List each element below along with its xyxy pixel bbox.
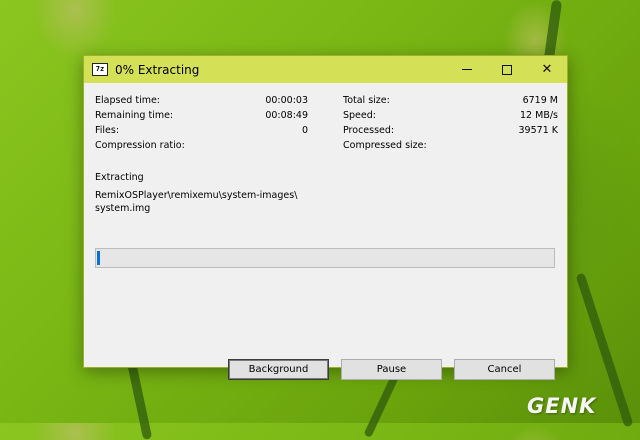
processed-label: Processed: — [343, 125, 395, 136]
remaining-time-value: 00:08:49 — [265, 110, 308, 121]
extract-dialog: 7z 0% Extracting ✕ Elapsed time: 00:00:0… — [83, 55, 568, 380]
title-bar[interactable]: 7z 0% Extracting ✕ — [84, 56, 567, 83]
background-stem — [126, 359, 153, 440]
window-title: 0% Extracting — [115, 62, 200, 77]
elapsed-time-label: Elapsed time: — [95, 95, 161, 106]
minimize-button[interactable] — [447, 56, 487, 83]
total-size-value: 6719 M — [522, 95, 558, 106]
status-action: Extracting — [95, 172, 144, 183]
progress-bar — [95, 248, 555, 268]
pause-button[interactable]: Pause — [341, 359, 442, 380]
total-size-label: Total size: — [343, 95, 390, 106]
background-button[interactable]: Background — [228, 359, 329, 380]
speed-label: Speed: — [343, 110, 376, 121]
current-file-path: RemixOSPlayer\remixemu\system-images\ — [95, 190, 298, 201]
speed-value: 12 MB/s — [520, 110, 558, 121]
maximize-button[interactable] — [487, 56, 527, 83]
7zip-app-icon: 7z — [92, 63, 108, 76]
minimize-icon — [462, 69, 472, 70]
background-stem — [543, 0, 563, 61]
remaining-time-label: Remaining time: — [95, 110, 174, 121]
compression-ratio-label: Compression ratio: — [95, 140, 185, 151]
close-icon: ✕ — [541, 62, 553, 77]
close-button[interactable]: ✕ — [527, 56, 567, 83]
elapsed-time-value: 00:00:03 — [265, 95, 308, 106]
compression-ratio-value — [254, 139, 308, 152]
cancel-button[interactable]: Cancel — [454, 359, 555, 380]
compressed-size-label: Compressed size: — [343, 140, 427, 151]
current-file-name: system.img — [95, 203, 151, 214]
progress-fill — [97, 251, 100, 265]
genk-watermark-logo: GENK — [527, 394, 597, 418]
processed-value: 39571 K — [518, 125, 558, 136]
maximize-icon — [502, 64, 512, 75]
files-value: 0 — [301, 125, 308, 136]
compressed-size-value — [484, 139, 558, 152]
files-label: Files: — [95, 125, 120, 136]
